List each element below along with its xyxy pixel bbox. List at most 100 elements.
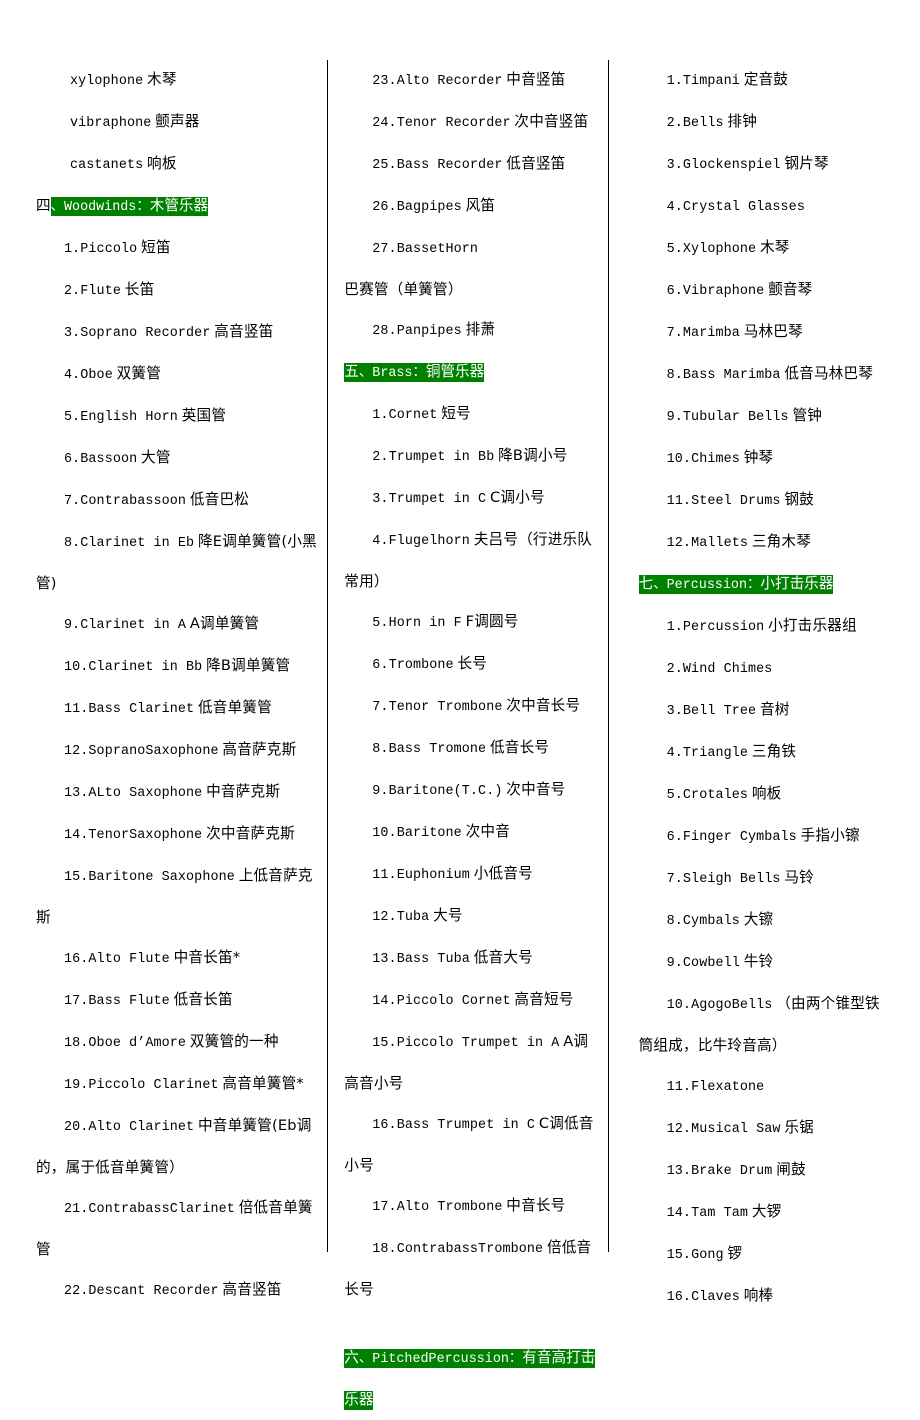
list-item-number: 9. bbox=[666, 956, 683, 971]
list-item-number: 7. bbox=[666, 326, 683, 341]
section-header-index: 六 bbox=[344, 1349, 359, 1366]
list-item: 9.Baritone(T.C.) 次中音号 bbox=[344, 770, 597, 812]
list-item-number: 4. bbox=[666, 200, 683, 215]
list-item-english: Bagpipes bbox=[396, 200, 462, 215]
list-item: 8.Cymbals 大镲 bbox=[639, 900, 888, 942]
list-item: 14.Tam Tam 大锣 bbox=[639, 1192, 888, 1234]
list-item: castanets 响板 bbox=[36, 144, 317, 186]
list-item-english: ALto Saxophone bbox=[88, 786, 203, 801]
list-item: 11.Bass Clarinet 低音单簧管 bbox=[36, 688, 317, 730]
list-item: 12.Musical Saw 乐锯 bbox=[639, 1108, 888, 1150]
list-item-chinese: 木琴 bbox=[759, 239, 790, 256]
list-item: 16.Claves 响棒 bbox=[639, 1276, 888, 1318]
list-item: vibraphone 颤声器 bbox=[36, 102, 317, 144]
list-item: 3.Glockenspiel 钢片琴 bbox=[639, 144, 888, 186]
list-item-english: Timpani bbox=[682, 74, 740, 89]
list-item-number: 11. bbox=[372, 868, 397, 883]
list-item-number: 27. bbox=[372, 242, 397, 257]
list-item-english: Soprano Recorder bbox=[80, 326, 211, 341]
list-item-english: AgogoBells bbox=[691, 998, 773, 1013]
list-item-chinese: 短笛 bbox=[141, 239, 171, 256]
list-item-number: 6. bbox=[666, 284, 683, 299]
list-item-chinese: 锣 bbox=[727, 1245, 743, 1262]
list-item-chinese: 高音单簧管* bbox=[222, 1075, 304, 1092]
list-item-english: SopranoSaxophone bbox=[88, 744, 219, 759]
list-item-number: 26. bbox=[372, 200, 397, 215]
list-item-number: 15. bbox=[372, 1036, 397, 1051]
list-item-chinese: 次中音 bbox=[465, 823, 510, 840]
list-item: 2.Wind Chimes bbox=[639, 648, 888, 690]
list-item-english: Tam Tam bbox=[691, 1206, 749, 1221]
list-item-number: 1. bbox=[64, 242, 81, 257]
list-item: 1.Cornet 短号 bbox=[344, 394, 597, 436]
document-page: xylophone 木琴 vibraphone 颤声器 castanets 响板 四、… bbox=[0, 0, 920, 1410]
list-item-chinese: 低音巴松 bbox=[189, 491, 250, 508]
list-item-number: 5. bbox=[64, 410, 81, 425]
list-item-number: 11. bbox=[666, 494, 692, 509]
list-item-number: 6. bbox=[666, 830, 683, 845]
list-item-chinese: 大镲 bbox=[743, 911, 774, 928]
section-header-highlight: 五、Brass：铜管乐器 bbox=[344, 363, 485, 382]
list-item-english: Panpipes bbox=[396, 324, 462, 339]
list-item-english: ContrabassTrombone bbox=[396, 1242, 544, 1257]
list-item-english: Bassoon bbox=[80, 452, 138, 467]
list-item-english: Finger Cymbals bbox=[682, 830, 797, 845]
list-item-english: Marimba bbox=[682, 326, 740, 341]
list-item-chinese: 颤音琴 bbox=[768, 281, 813, 298]
list-item: 3.Trumpet in C C调小号 bbox=[344, 478, 597, 520]
list-item-english: English Horn bbox=[80, 410, 178, 425]
list-item-english: Triangle bbox=[682, 746, 749, 761]
list-item-number: 6. bbox=[64, 452, 81, 467]
list-item-number: 12. bbox=[64, 744, 89, 759]
list-item: 5.Crotales 响板 bbox=[639, 774, 888, 816]
list-item-number: 8. bbox=[64, 536, 81, 551]
list-item: 8.Bass Tromone 低音长号 bbox=[344, 728, 597, 770]
list-item-chinese: 响板 bbox=[147, 155, 177, 172]
list-item: 4.Flugelhorn 夫吕号（行进乐队常用） bbox=[344, 520, 597, 602]
list-item-english: Piccolo bbox=[80, 242, 138, 257]
list-item: 13.Bass Tuba 低音大号 bbox=[344, 938, 597, 980]
list-item-english: TenorSaxophone bbox=[88, 828, 203, 843]
list-item: 13.Brake Drum 闸鼓 bbox=[639, 1150, 888, 1192]
list-item: 7.Contrabassoon 低音巴松 bbox=[36, 480, 317, 522]
list-item: 18.Oboe d’Amore 双簧管的一种 bbox=[36, 1022, 317, 1064]
list-item-number: 22. bbox=[64, 1284, 89, 1299]
list-item: 9.Tubular Bells 管钟 bbox=[639, 396, 888, 438]
list-item-chinese: 音树 bbox=[759, 701, 790, 718]
list-item-number: 10. bbox=[64, 660, 89, 675]
list-item-chinese: 降B调小号 bbox=[498, 447, 568, 464]
list-item-number: 9. bbox=[666, 410, 683, 425]
list-item-english: Bass Clarinet bbox=[88, 702, 195, 717]
list-item-english: Steel Drums bbox=[691, 494, 781, 509]
section-header-index: 七 bbox=[638, 575, 654, 592]
list-item-english: Flute bbox=[80, 284, 121, 299]
list-item-number: 4. bbox=[372, 534, 389, 549]
list-item-english: Bass Marimba bbox=[682, 368, 781, 383]
list-item-number: 13. bbox=[666, 1164, 692, 1179]
list-item-chinese: 小打击乐器组 bbox=[768, 617, 857, 634]
list-item: 9.Clarinet in A A调单簧管 bbox=[36, 604, 317, 646]
list-item: 5.English Horn 英国管 bbox=[36, 396, 317, 438]
list-item: 15.Baritone Saxophone 上低音萨克斯 bbox=[36, 856, 317, 938]
list-item: 25.Bass Recorder 低音竖笛 bbox=[344, 144, 597, 186]
list-item-english: Musical Saw bbox=[691, 1122, 781, 1137]
list-item-chinese: 闸鼓 bbox=[776, 1161, 806, 1178]
list-item-english: Oboe bbox=[80, 368, 113, 383]
list-item: 2.Bells 排钟 bbox=[639, 102, 888, 144]
list-item-chinese: 大锣 bbox=[751, 1203, 782, 1220]
list-item-english: Clarinet in Bb bbox=[88, 660, 203, 675]
list-item-chinese: 手指小镲 bbox=[800, 827, 860, 844]
list-item: xylophone 木琴 bbox=[36, 60, 317, 102]
list-item-english: Bell Tree bbox=[682, 704, 757, 719]
list-item-english: Oboe d’Amore bbox=[88, 1036, 187, 1051]
list-item-english: BassetHorn bbox=[396, 242, 479, 257]
column-1: xylophone 木琴 vibraphone 颤声器 castanets 响板 四、… bbox=[36, 60, 327, 1299]
list-item-english: Descant Recorder bbox=[88, 1284, 219, 1299]
list-item-chinese: 降B调单簧管 bbox=[206, 657, 291, 674]
list-item-chinese: 英国管 bbox=[181, 407, 227, 424]
list-item-chinese: 风笛 bbox=[465, 197, 496, 214]
list-item-chinese: 低音长笛 bbox=[173, 991, 233, 1008]
list-item-chinese: 次中音萨克斯 bbox=[206, 825, 295, 842]
list-item-english: Wind Chimes bbox=[682, 662, 773, 677]
list-item-number: 2. bbox=[64, 284, 81, 299]
